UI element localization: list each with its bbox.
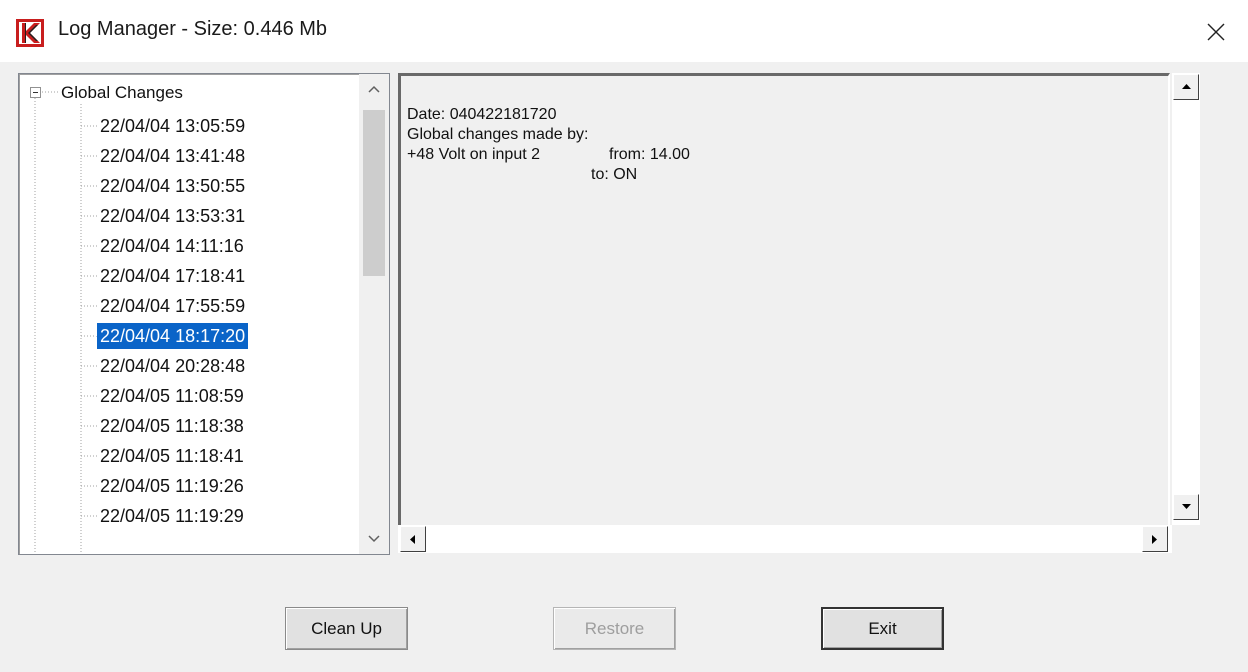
window-title: Log Manager - Size: 0.446 Mb — [58, 18, 328, 40]
scroll-up-arrow-icon[interactable] — [1173, 74, 1199, 100]
tree-item-log-entry[interactable]: 22/04/05 11:18:38 — [97, 413, 247, 439]
detail-changes-header: Global changes made by: — [407, 126, 589, 143]
scroll-up-icon[interactable] — [359, 74, 389, 104]
tree-item-log-entry[interactable]: 22/04/05 11:19:29 — [97, 503, 247, 529]
detail-date: Date: 040422181720 — [407, 106, 557, 123]
tree-item-log-entry[interactable]: 22/04/05 11:18:41 — [97, 443, 247, 469]
tree-item-log-entry[interactable]: 22/04/05 11:08:59 — [97, 383, 247, 409]
tree-collapse-icon[interactable] — [30, 87, 41, 98]
scroll-down-icon[interactable] — [359, 524, 389, 554]
title-bar: Log Manager - Size: 0.446 Mb — [0, 0, 1248, 62]
scroll-right-arrow-icon[interactable] — [1142, 526, 1168, 552]
app-logo-icon — [16, 19, 44, 47]
tree-root-global-changes[interactable]: Global Changes — [61, 83, 183, 103]
restore-button[interactable]: Restore — [553, 607, 676, 650]
scroll-down-arrow-icon[interactable] — [1173, 494, 1199, 520]
tree-connector-lines — [34, 91, 97, 554]
scroll-left-arrow-icon[interactable] — [400, 526, 426, 552]
tree-item-log-entry[interactable]: 22/04/04 13:05:59 — [97, 113, 248, 139]
close-button[interactable] — [1196, 14, 1236, 50]
tree-item-log-entry[interactable]: 22/04/04 13:41:48 — [97, 143, 248, 169]
tree-item-log-entry[interactable]: 22/04/04 13:50:55 — [97, 173, 248, 199]
close-icon — [1207, 23, 1225, 41]
tree-item-log-entry[interactable]: 22/04/04 18:17:20 — [95, 322, 250, 350]
tree-item-log-entry[interactable]: 22/04/04 14:11:16 — [97, 233, 247, 259]
tree-vertical-scrollbar[interactable] — [359, 74, 389, 554]
detail-change-from: from: 14.00 — [609, 146, 690, 163]
detail-change-item: +48 Volt on input 2 — [407, 146, 540, 163]
log-tree-view[interactable]: Global Changes 22/04/04 13:05:59 22/04/04… — [18, 73, 390, 555]
detail-horizontal-scrollbar[interactable] — [398, 525, 1172, 553]
tree-item-log-entry[interactable]: 22/04/04 20:28:48 — [97, 353, 248, 379]
log-detail-panel: Date: 040422181720 Global changes made b… — [398, 73, 1200, 553]
tree-item-log-entry[interactable]: 22/04/04 17:18:41 — [97, 263, 248, 289]
exit-button[interactable]: Exit — [821, 607, 944, 650]
tree-item-log-entry[interactable]: 22/04/04 17:55:59 — [97, 293, 248, 319]
detail-change-to: to: ON — [591, 166, 638, 183]
tree-item-log-entry[interactable]: 22/04/04 13:53:31 — [97, 203, 248, 229]
tree-item-log-entry[interactable]: 22/04/05 11:19:26 — [97, 473, 247, 499]
scrollbar-corner — [1172, 525, 1200, 553]
clean-up-button[interactable]: Clean Up — [285, 607, 408, 650]
log-detail-text[interactable]: Date: 040422181720 Global changes made b… — [398, 73, 1170, 527]
detail-vertical-scrollbar[interactable] — [1172, 73, 1200, 525]
tree-scroll-thumb[interactable] — [363, 110, 385, 276]
